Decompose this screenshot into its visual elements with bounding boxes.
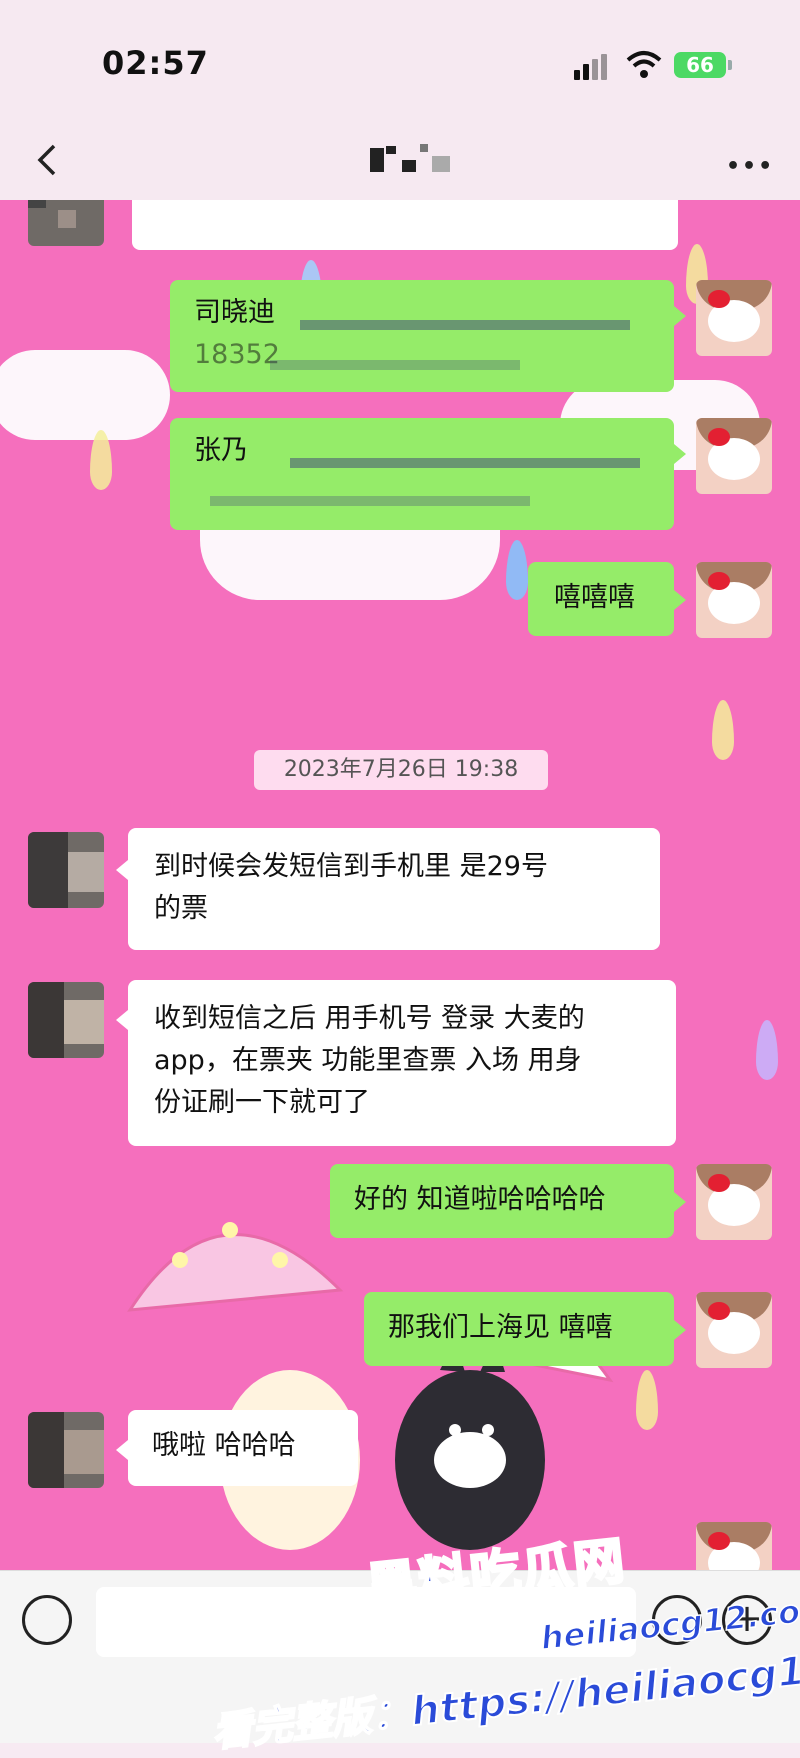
message-bubble-partial[interactable] bbox=[132, 200, 678, 250]
raindrop-decoration bbox=[712, 700, 734, 760]
bubble-tail bbox=[674, 590, 686, 610]
battery-indicator: 66 bbox=[674, 52, 726, 78]
contact-avatar[interactable] bbox=[28, 982, 104, 1058]
message-text: 的票 bbox=[154, 893, 208, 924]
message-bubble[interactable]: 收到短信之后 用手机号 登录 大麦的 app，在票夹 功能里查票 入场 用身 份… bbox=[128, 980, 676, 1146]
my-avatar[interactable] bbox=[696, 562, 772, 638]
raindrop-decoration bbox=[506, 540, 528, 600]
wifi-icon bbox=[626, 51, 662, 78]
message-bubble-redacted[interactable]: 司晓迪 18352 bbox=[170, 280, 674, 392]
message-bubble[interactable]: 哦啦 哈哈哈 bbox=[128, 1410, 358, 1486]
message-text: 好的 知道啦哈哈哈哈 bbox=[354, 1184, 606, 1215]
contact-avatar[interactable] bbox=[28, 200, 104, 246]
voice-input-icon[interactable] bbox=[22, 1595, 72, 1645]
bubble-tail bbox=[674, 1192, 686, 1212]
raindrop-decoration bbox=[636, 1370, 658, 1430]
clock: 02:57 bbox=[102, 44, 209, 82]
message-timestamp: 2023年7月26日 19:38 bbox=[254, 750, 548, 790]
bubble-tail bbox=[674, 306, 686, 326]
cellular-signal-icon bbox=[574, 54, 610, 80]
contact-avatar[interactable] bbox=[28, 1412, 104, 1488]
my-avatar[interactable] bbox=[696, 1292, 772, 1368]
chat-header: ••• bbox=[0, 120, 800, 200]
message-text: 哦啦 哈哈哈 bbox=[152, 1430, 296, 1461]
message-text: 份证刷一下就可了 bbox=[154, 1087, 370, 1118]
raindrop-decoration bbox=[756, 1020, 778, 1080]
cloud-decoration bbox=[0, 350, 170, 440]
message-text: 嘻嘻嘻 bbox=[554, 582, 635, 613]
bubble-tail bbox=[674, 1320, 686, 1340]
contact-avatar[interactable] bbox=[28, 832, 104, 908]
chat-title-redacted bbox=[370, 138, 470, 178]
my-avatar[interactable] bbox=[696, 418, 772, 494]
message-bubble[interactable]: 到时候会发短信到手机里 是29号 的票 bbox=[128, 828, 660, 950]
my-avatar[interactable] bbox=[696, 1164, 772, 1240]
back-arrow-icon[interactable] bbox=[28, 140, 68, 180]
message-bubble-redacted[interactable]: 张乃 bbox=[170, 418, 674, 530]
message-bubble[interactable]: 那我们上海见 嘻嘻 bbox=[364, 1292, 674, 1366]
my-avatar[interactable] bbox=[696, 1522, 772, 1570]
bubble-tail bbox=[116, 1440, 128, 1460]
message-text: 那我们上海见 嘻嘻 bbox=[388, 1312, 613, 1343]
chat-message-list[interactable]: 司晓迪 18352 张乃 嘻嘻嘻 2023年7月26日 19:38 到时候会发短… bbox=[0, 200, 800, 1570]
message-text: 到时候会发短信到手机里 是29号 bbox=[154, 851, 548, 882]
bubble-tail bbox=[116, 860, 128, 880]
message-bubble[interactable]: 好的 知道啦哈哈哈哈 bbox=[330, 1164, 674, 1238]
my-avatar[interactable] bbox=[696, 280, 772, 356]
message-text: app，在票夹 功能里查票 入场 用身 bbox=[154, 1045, 582, 1076]
message-text: 收到短信之后 用手机号 登录 大麦的 bbox=[154, 1003, 585, 1034]
more-options-icon[interactable]: ••• bbox=[726, 154, 774, 179]
bubble-tail bbox=[116, 1010, 128, 1030]
status-bar: 02:57 66 bbox=[0, 0, 800, 120]
message-bubble[interactable]: 嘻嘻嘻 bbox=[528, 562, 674, 636]
battery-tip bbox=[728, 60, 732, 70]
bubble-tail bbox=[674, 444, 686, 464]
